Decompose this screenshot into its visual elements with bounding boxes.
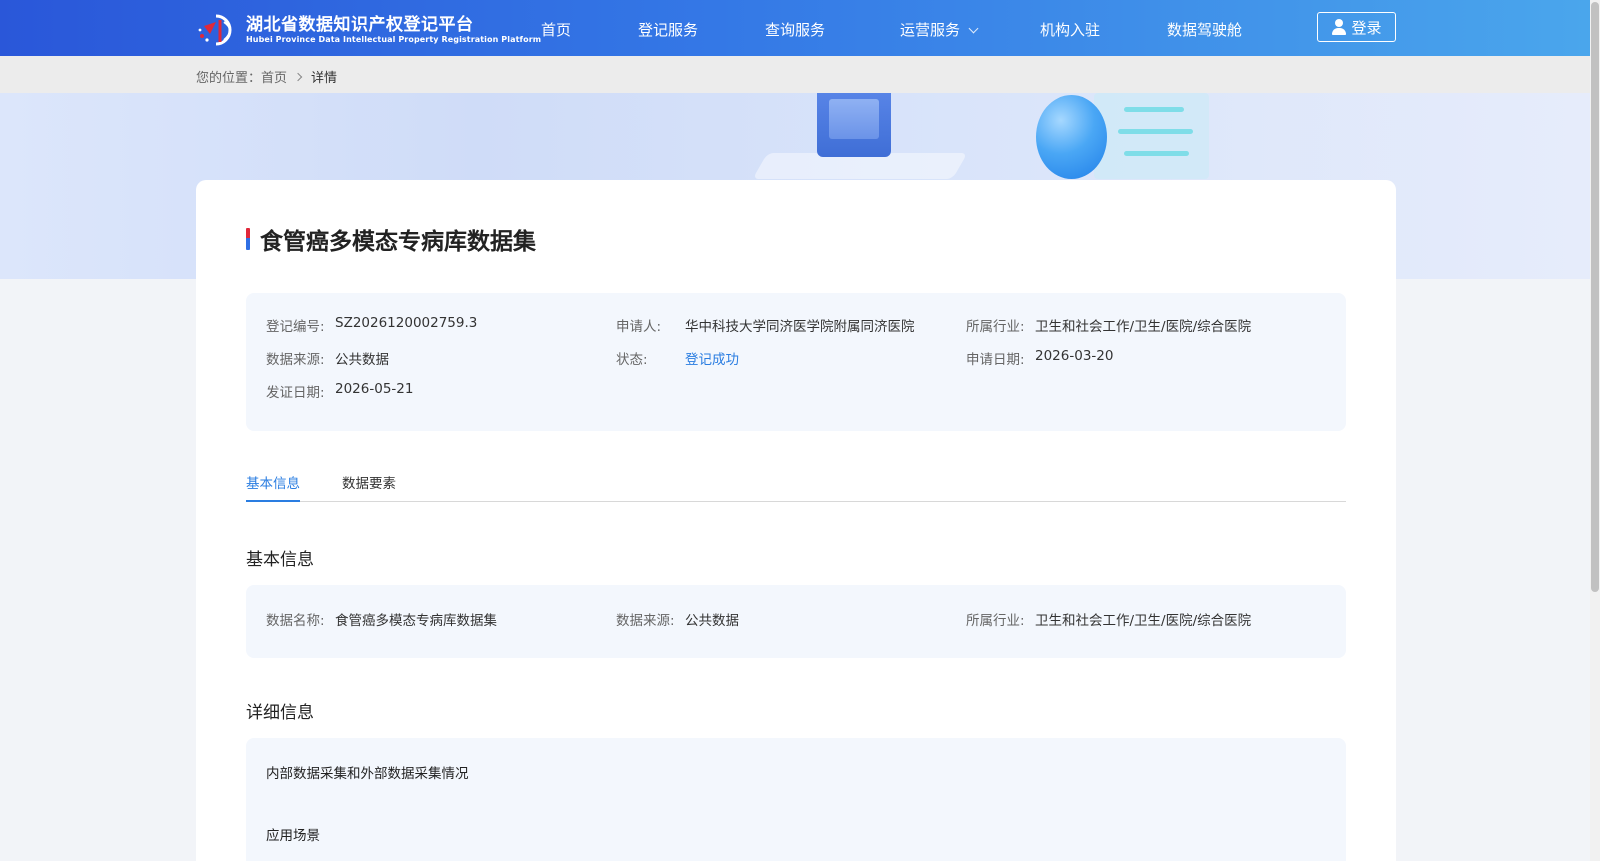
- field-applicant: 申请人: 华中科技大学同济医学院附属同济医院: [616, 315, 915, 335]
- site-logo[interactable]: 湖北省数据知识产权登记平台 Hubei Province Data Intell…: [196, 12, 541, 48]
- tab-basic-info[interactable]: 基本信息: [246, 472, 300, 502]
- decorative-sphere: [1036, 95, 1107, 179]
- status-badge: 登记成功: [685, 352, 739, 368]
- field-label: 申请日期:: [966, 352, 1025, 368]
- top-header: 湖北省数据知识产权登记平台 Hubei Province Data Intell…: [0, 0, 1590, 56]
- breadcrumb-bar: 您的位置： 首页 详情: [0, 56, 1590, 93]
- field-value: 卫生和社会工作/卫生/医院/综合医院: [1035, 319, 1252, 335]
- breadcrumb-prefix: 您的位置：: [196, 71, 262, 86]
- field-label: 发证日期:: [266, 385, 325, 401]
- field-data-name: 数据名称: 食管癌多模态专病库数据集: [266, 609, 497, 629]
- nav-data-cockpit[interactable]: 数据驾驶舱: [1167, 19, 1242, 40]
- field-label: 申请人:: [616, 319, 662, 335]
- field-value: 华中科技大学同济医学院附属同济医院: [685, 319, 915, 335]
- dataset-title: 食管癌多模态专病库数据集: [260, 229, 536, 255]
- field-value: 2026-05-21: [335, 381, 414, 397]
- field-label: 登记编号:: [266, 319, 325, 335]
- login-button[interactable]: 登录: [1317, 12, 1396, 42]
- chevron-right-icon: [293, 72, 303, 81]
- field-industry: 所属行业: 卫生和社会工作/卫生/医院/综合医院: [966, 315, 1251, 335]
- field-application-date: 申请日期: 2026-03-20: [966, 348, 1113, 368]
- field-data-source: 数据来源: 公共数据: [616, 609, 739, 629]
- section-title-detail: 详细信息: [246, 703, 314, 723]
- breadcrumb: 您的位置： 首页 详情: [196, 67, 337, 86]
- title-accent-icon: [246, 228, 250, 250]
- image-icon: [817, 93, 891, 157]
- field-label: 数据来源:: [616, 613, 675, 629]
- decorative-panel: [1094, 93, 1209, 179]
- nav-operation-service[interactable]: 运营服务: [900, 19, 979, 40]
- field-issue-date: 发证日期: 2026-05-21: [266, 381, 413, 401]
- field-status: 状态: 登记成功: [616, 348, 739, 368]
- breadcrumb-current: 详情: [311, 71, 338, 86]
- field-label: 状态:: [616, 352, 648, 368]
- section-title-basic: 基本信息: [246, 550, 314, 570]
- decorative-line: [1124, 107, 1184, 112]
- chevron-down-icon: [968, 23, 979, 34]
- summary-panel: 登记编号: SZ2026120002759.3 申请人: 华中科技大学同济医学院…: [246, 293, 1346, 431]
- detail-card: 食管癌多模态专病库数据集 登记编号: SZ2026120002759.3 申请人…: [196, 180, 1396, 861]
- tab-data-elements[interactable]: 数据要素: [342, 472, 396, 502]
- field-value: 2026-03-20: [1035, 348, 1114, 364]
- breadcrumb-home-link[interactable]: 首页: [261, 67, 287, 86]
- logo-emblem-icon: [196, 12, 244, 48]
- field-data-source: 数据来源: 公共数据: [266, 348, 389, 368]
- field-value: 食管癌多模态专病库数据集: [335, 613, 497, 629]
- decorative-line: [1124, 151, 1189, 156]
- logo-title: 湖北省数据知识产权登记平台: [246, 15, 474, 35]
- field-value: 公共数据: [335, 352, 389, 368]
- detail-item-title: 内部数据采集和外部数据采集情况: [266, 766, 469, 782]
- nav-registration-service[interactable]: 登记服务: [638, 19, 698, 40]
- field-label: 所属行业:: [966, 319, 1025, 335]
- detail-tabs: 基本信息 数据要素: [246, 472, 1346, 502]
- field-label: 所属行业:: [966, 613, 1025, 629]
- decorative-line: [1118, 129, 1193, 134]
- field-label: 数据来源:: [266, 352, 325, 368]
- user-icon: [1331, 19, 1347, 35]
- nav-institution-entry[interactable]: 机构入驻: [1040, 19, 1100, 40]
- field-industry: 所属行业: 卫生和社会工作/卫生/医院/综合医院: [966, 609, 1251, 629]
- field-value: 公共数据: [685, 613, 739, 629]
- field-registration-number: 登记编号: SZ2026120002759.3: [266, 315, 477, 335]
- page-title: 食管癌多模态专病库数据集: [246, 222, 536, 256]
- detail-info-panel: 内部数据采集和外部数据采集情况 应用场景: [246, 738, 1346, 861]
- login-label: 登录: [1351, 18, 1382, 37]
- field-value: SZ2026120002759.3: [335, 315, 478, 331]
- field-value: 卫生和社会工作/卫生/医院/综合医院: [1035, 613, 1252, 629]
- nav-query-service[interactable]: 查询服务: [765, 19, 825, 40]
- scrollbar-thumb[interactable]: [1591, 2, 1599, 592]
- basic-info-panel: 数据名称: 食管癌多模态专病库数据集 数据来源: 公共数据 所属行业: 卫生和社…: [246, 585, 1346, 658]
- field-label: 数据名称:: [266, 613, 325, 629]
- nav-operation-label: 运营服务: [900, 21, 961, 39]
- nav-home[interactable]: 首页: [541, 19, 571, 40]
- page-scrollbar[interactable]: [1590, 0, 1600, 861]
- logo-subtitle: Hubei Province Data Intellectual Propert…: [246, 35, 542, 44]
- detail-item-title: 应用场景: [266, 828, 320, 844]
